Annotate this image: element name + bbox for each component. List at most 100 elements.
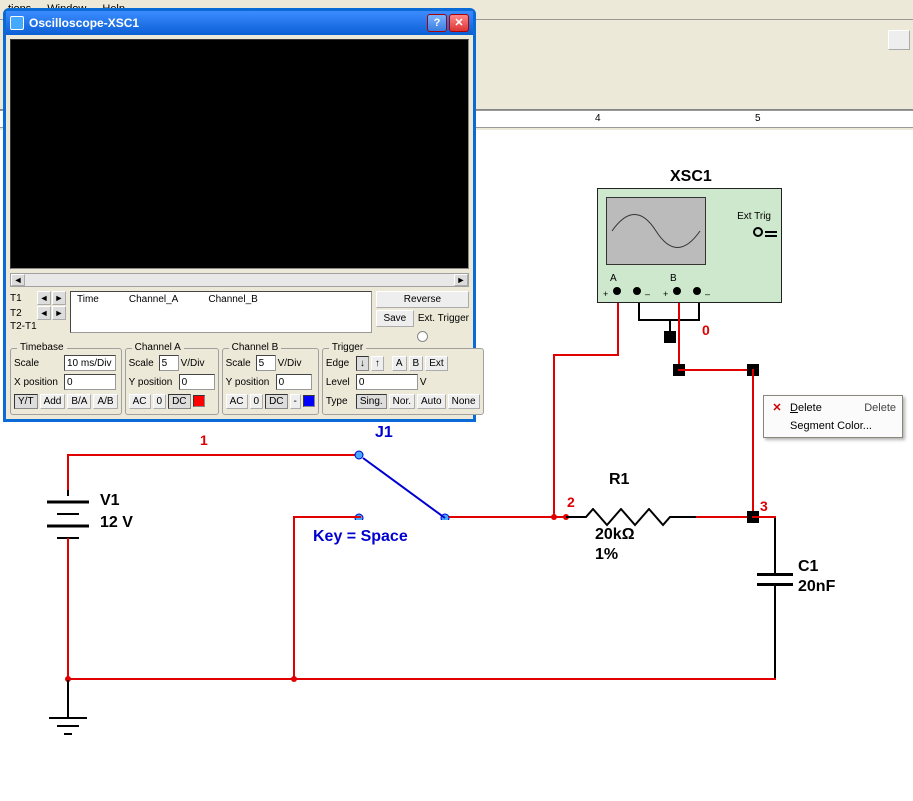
wire-v1-up[interactable] xyxy=(67,454,69,494)
wire-a-plus-h[interactable] xyxy=(553,354,619,356)
c1-label: C1 xyxy=(798,558,818,576)
r1-label: R1 xyxy=(609,471,629,489)
plus-sign-a: + xyxy=(603,289,608,299)
scope-display[interactable] xyxy=(10,39,469,269)
wire-a-plus-v[interactable] xyxy=(617,303,619,356)
chb-ypos-input[interactable] xyxy=(276,374,312,390)
ctx-delete[interactable]: ✕ Delete Delete xyxy=(766,398,900,417)
trg-edge-rise[interactable]: ↓ xyxy=(356,356,369,371)
trg-level-input[interactable] xyxy=(356,374,418,390)
wire-b-plus-v[interactable] xyxy=(678,303,680,369)
wire-gnd-down[interactable] xyxy=(67,680,69,718)
close-button[interactable]: ✕ xyxy=(449,14,469,32)
wire-v1-top-stub[interactable] xyxy=(67,490,69,496)
trg-src-b[interactable]: B xyxy=(409,356,424,371)
tb-mode-ab[interactable]: A/B xyxy=(93,394,117,409)
wire-sw-low-v[interactable] xyxy=(293,516,295,680)
cha-scale-input[interactable] xyxy=(159,355,179,371)
port-b-plus[interactable] xyxy=(673,287,681,295)
cha-ac[interactable]: AC xyxy=(129,394,151,409)
wire-minus-stub[interactable] xyxy=(669,319,671,338)
reverse-button[interactable]: Reverse xyxy=(376,291,469,308)
chb-minus[interactable]: - xyxy=(290,394,301,409)
ruler-mark-5: 5 xyxy=(755,113,761,124)
wire-top-left[interactable] xyxy=(67,454,359,456)
ext-trig-line2 xyxy=(765,235,777,237)
chb-dc[interactable]: DC xyxy=(265,394,287,409)
wire-sw-to-2[interactable] xyxy=(449,516,566,518)
scope-scrollbar[interactable]: ◄ ► xyxy=(10,273,469,287)
net-3-label: 3 xyxy=(760,498,768,514)
context-menu[interactable]: ✕ Delete Delete Segment Color... xyxy=(763,395,903,438)
save-button[interactable]: Save xyxy=(376,310,414,327)
cha-scale-label: Scale xyxy=(129,358,157,369)
wire-c1-top[interactable] xyxy=(774,517,776,573)
wire-sw-low-h[interactable] xyxy=(293,516,361,518)
t2-right[interactable]: ► xyxy=(52,306,66,320)
chb-ac[interactable]: AC xyxy=(226,394,248,409)
net-0-label: 0 xyxy=(702,322,710,338)
oscilloscope-window[interactable]: Oscilloscope-XSC1 ? ✕ ◄ ► T1 ◄ ► T2 ◄ ► … xyxy=(3,8,476,422)
wire-r1-to-3[interactable] xyxy=(696,516,754,518)
tb-scale-input[interactable] xyxy=(64,355,116,371)
scroll-right-icon[interactable]: ► xyxy=(454,274,468,286)
port-a-plus[interactable] xyxy=(613,287,621,295)
trg-auto[interactable]: Auto xyxy=(417,394,446,409)
chb-color[interactable] xyxy=(303,395,315,407)
side-tool-button[interactable] xyxy=(888,30,910,50)
cha-color[interactable] xyxy=(193,395,205,407)
oscilloscope-instrument[interactable]: Ext Trig A B + – + – xyxy=(597,188,782,303)
trg-src-a[interactable]: A xyxy=(392,356,407,371)
r1-tol: 1% xyxy=(595,546,618,564)
xsc1-label: XSC1 xyxy=(670,168,712,186)
t1-right[interactable]: ► xyxy=(52,291,66,305)
chb-legend: Channel B xyxy=(229,342,282,353)
tb-mode-yt[interactable]: Y/T xyxy=(14,394,38,409)
wire-c1-bot[interactable] xyxy=(774,586,776,680)
wire-bottom-rail[interactable] xyxy=(67,678,776,680)
wire-b-h[interactable] xyxy=(678,369,752,371)
ext-trigger-radio[interactable] xyxy=(417,331,428,342)
trg-src-ext[interactable]: Ext xyxy=(425,356,447,371)
port-b-minus[interactable] xyxy=(693,287,701,295)
trg-edge-fall[interactable]: ↑ xyxy=(371,356,384,371)
timebase-legend: Timebase xyxy=(17,342,67,353)
tb-xpos-input[interactable] xyxy=(64,374,116,390)
port-a-minus[interactable] xyxy=(633,287,641,295)
cha-dc[interactable]: DC xyxy=(168,394,190,409)
scroll-left-icon[interactable]: ◄ xyxy=(11,274,25,286)
channel-b-group: Channel B Scale V/Div Y position AC 0 DC… xyxy=(222,348,319,415)
col-cha: Channel_A xyxy=(129,294,178,330)
wire-a-to-node2[interactable] xyxy=(553,354,555,517)
resistor-r1[interactable] xyxy=(566,508,696,528)
cha-ypos-label: Y position xyxy=(129,377,177,388)
v1-value: 12 V xyxy=(100,514,133,532)
ctx-segment-color[interactable]: Segment Color... xyxy=(766,417,900,435)
tb-mode-ba[interactable]: B/A xyxy=(67,394,91,409)
t2-left[interactable]: ◄ xyxy=(37,306,51,320)
cha-ypos-input[interactable] xyxy=(179,374,215,390)
chb-scale-unit: V/Div xyxy=(278,358,302,369)
chb-ypos-label: Y position xyxy=(226,377,274,388)
chb-0[interactable]: 0 xyxy=(250,394,264,409)
ctx-delete-label: Delete xyxy=(790,402,822,414)
switch-j1[interactable] xyxy=(345,440,465,520)
titlebar[interactable]: Oscilloscope-XSC1 ? ✕ xyxy=(6,11,473,35)
wire-b-to-3[interactable] xyxy=(752,369,754,518)
tb-mode-add[interactable]: Add xyxy=(40,394,66,409)
trg-sing[interactable]: Sing. xyxy=(356,394,387,409)
help-button[interactable]: ? xyxy=(427,14,447,32)
dc-source-v1[interactable] xyxy=(37,490,99,540)
wire-3-to-c1[interactable] xyxy=(752,516,776,518)
t2-label: T2 xyxy=(10,308,36,319)
trg-none[interactable]: None xyxy=(448,394,480,409)
col-time: Time xyxy=(77,294,99,330)
wire-v1-down[interactable] xyxy=(67,538,69,680)
chb-scale-input[interactable] xyxy=(256,355,276,371)
r1-value: 20kΩ xyxy=(595,526,635,544)
cha-0[interactable]: 0 xyxy=(153,394,167,409)
trg-nor[interactable]: Nor. xyxy=(389,394,415,409)
ext-trig-label: Ext Trig xyxy=(737,211,771,222)
ext-trig-port-icon xyxy=(753,227,763,237)
t1-left[interactable]: ◄ xyxy=(37,291,51,305)
